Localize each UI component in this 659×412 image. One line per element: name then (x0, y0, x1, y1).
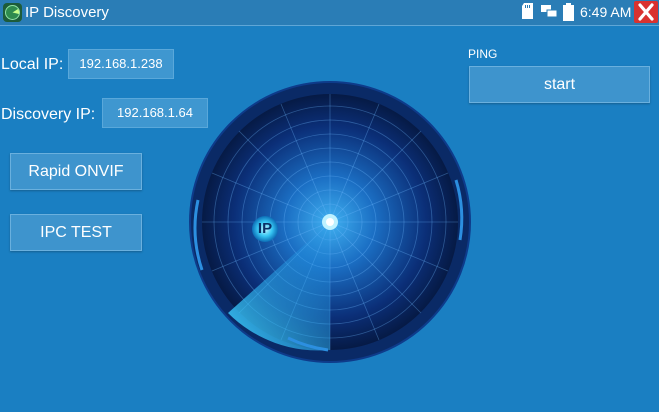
ping-start-button[interactable]: start (469, 66, 650, 103)
radar-ip-marker-label: IP (257, 220, 273, 237)
close-icon (638, 3, 654, 21)
clock: 6:49 AM (580, 4, 632, 20)
radar-display (188, 80, 472, 369)
radar-ip-marker[interactable]: IP (251, 215, 279, 243)
close-button[interactable] (634, 1, 658, 23)
ping-label: PING (468, 47, 498, 61)
app-icon (3, 3, 22, 22)
network-icon (540, 3, 558, 24)
discovery-ip-label: Discovery IP: (1, 106, 96, 123)
title-bar: IP Discovery 6:49 AM (0, 0, 659, 26)
sd-card-icon (522, 3, 533, 24)
rapid-onvif-button[interactable]: Rapid ONVIF (10, 153, 142, 190)
battery-icon (563, 3, 574, 26)
window-title: IP Discovery (25, 4, 109, 21)
local-ip-field[interactable]: 192.168.1.238 (68, 49, 174, 79)
ipc-test-button[interactable]: IPC TEST (10, 214, 142, 251)
local-ip-label: Local IP: (1, 56, 64, 73)
